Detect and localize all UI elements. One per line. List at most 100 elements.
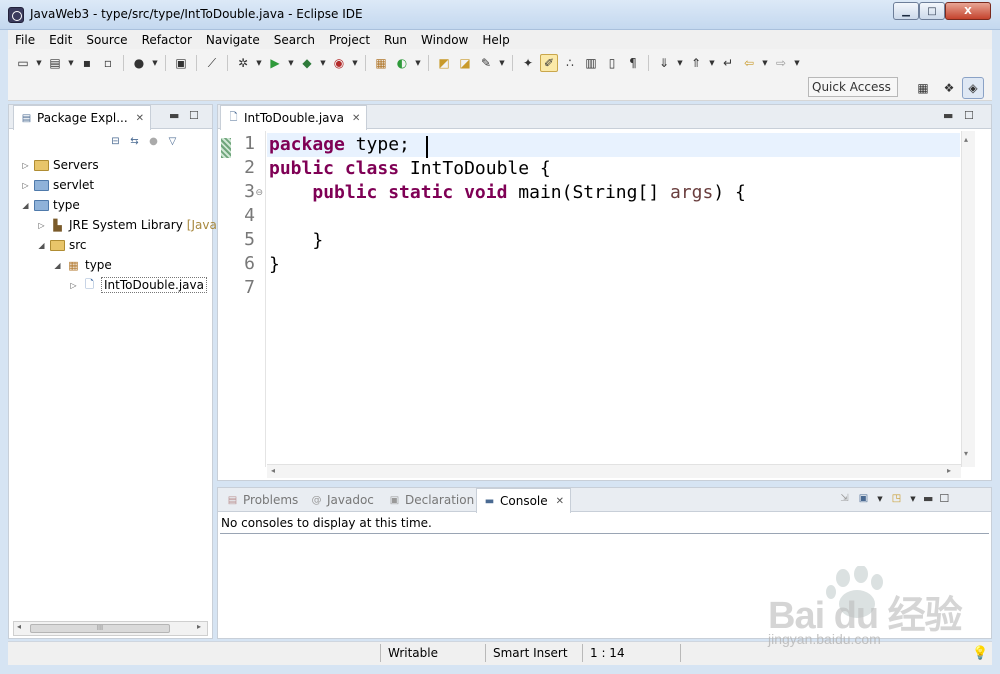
previous-annotation-dropdown-icon[interactable]: ▼ xyxy=(708,59,716,67)
new-project-icon[interactable]: ▤ xyxy=(46,54,64,72)
minimize-icon[interactable]: ▬ xyxy=(169,109,179,122)
open-task-icon[interactable]: ◪ xyxy=(456,54,474,72)
tree-item-src[interactable]: ◢ src xyxy=(37,235,86,255)
external-tools-icon[interactable]: ◉ xyxy=(330,54,348,72)
debug-icon[interactable]: ✲ xyxy=(234,54,252,72)
close-tab-icon[interactable]: ✕ xyxy=(352,113,360,124)
run-dropdown-icon[interactable]: ▼ xyxy=(287,59,295,67)
pilcrow-icon[interactable]: ¶ xyxy=(624,54,642,72)
scroll-down-icon[interactable]: ▾ xyxy=(964,449,968,458)
open-perspective-icon[interactable]: ▦ xyxy=(914,79,932,97)
menu-search[interactable]: Search xyxy=(267,33,322,47)
menu-refactor[interactable]: Refactor xyxy=(135,33,199,47)
menu-project[interactable]: Project xyxy=(322,33,377,47)
server-dropdown-icon[interactable]: ▼ xyxy=(151,59,159,67)
scroll-up-icon[interactable]: ▴ xyxy=(964,135,968,144)
java-ee-perspective-icon[interactable]: ❖ xyxy=(940,79,958,97)
save-icon[interactable]: ▪ xyxy=(78,54,96,72)
close-tab-icon[interactable]: ✕ xyxy=(556,496,564,507)
java-perspective-icon[interactable]: ◈ xyxy=(962,77,984,99)
scrollbar-thumb[interactable]: III xyxy=(30,624,170,633)
server-icon[interactable]: ● xyxy=(130,54,148,72)
forward-icon[interactable]: ⇨ xyxy=(772,54,790,72)
open-console-dropdown-icon[interactable]: ▼ xyxy=(909,495,917,503)
new-java-class-icon[interactable]: ◐ xyxy=(393,54,411,72)
coverage-icon[interactable]: ◆ xyxy=(298,54,316,72)
debug-dropdown-icon[interactable]: ▼ xyxy=(255,59,263,67)
editor-tab-inttodouble[interactable]: 🗋 IntToDouble.java ✕ xyxy=(220,105,368,130)
terminal-icon[interactable]: ▣ xyxy=(172,54,190,72)
scroll-right-icon[interactable]: ▸ xyxy=(197,622,201,631)
expand-icon[interactable]: ▷ xyxy=(37,221,46,230)
tab-console[interactable]: ▬ Console ✕ xyxy=(476,488,572,513)
mark-occurrences-icon[interactable]: ✐ xyxy=(540,54,558,72)
display-console-dropdown-icon[interactable]: ▼ xyxy=(876,495,884,503)
menu-file[interactable]: File xyxy=(8,33,42,47)
back-dropdown-icon[interactable]: ▼ xyxy=(761,59,769,67)
maximize-icon[interactable]: ☐ xyxy=(189,109,199,122)
lightbulb-icon[interactable]: 💡 xyxy=(972,642,988,664)
fold-collapse-icon[interactable]: ⊖ xyxy=(255,188,263,198)
expand-icon[interactable]: ▷ xyxy=(21,181,30,190)
display-console-icon[interactable]: ▣ xyxy=(857,492,870,505)
menu-help[interactable]: Help xyxy=(475,33,516,47)
minimize-icon[interactable]: ▬ xyxy=(943,109,953,122)
toggle-annotation-icon[interactable]: ✦ xyxy=(519,54,537,72)
search-icon[interactable]: ✎ xyxy=(477,54,495,72)
vertical-scrollbar[interactable]: ▴ ▾ xyxy=(961,131,975,467)
next-annotation-icon[interactable]: ⇓ xyxy=(655,54,673,72)
package-explorer-tab[interactable]: ▤ Package Expl... ✕ xyxy=(13,105,152,130)
tree-item-servers[interactable]: ▷ Servers xyxy=(21,155,98,175)
menu-navigate[interactable]: Navigate xyxy=(199,33,267,47)
close-tab-icon[interactable]: ✕ xyxy=(136,113,144,124)
scroll-left-icon[interactable]: ◂ xyxy=(17,622,21,631)
minimize-button[interactable]: ▁ xyxy=(893,2,919,20)
tree-item-jre-library[interactable]: ▷ ▙ JRE System Library [Java xyxy=(37,215,216,235)
collapse-all-icon[interactable]: ⊟ xyxy=(109,135,122,148)
last-edit-location-icon[interactable]: ↵ xyxy=(719,54,737,72)
minimize-icon[interactable]: ▬ xyxy=(923,492,933,505)
menu-source[interactable]: Source xyxy=(79,33,134,47)
external-tools-dropdown-icon[interactable]: ▼ xyxy=(351,59,359,67)
save-all-icon[interactable]: ▫ xyxy=(99,54,117,72)
view-menu-icon[interactable]: ▽ xyxy=(166,135,179,148)
word-wrap-icon[interactable]: ▥ xyxy=(582,54,600,72)
collapse-icon[interactable]: ◢ xyxy=(21,201,30,210)
code-editor[interactable]: package type; public class IntToDouble {… xyxy=(267,131,960,467)
new-icon[interactable]: ▭ xyxy=(14,54,32,72)
horizontal-scrollbar[interactable]: ◂ III ▸ xyxy=(13,621,208,636)
focus-icon[interactable]: ● xyxy=(147,135,160,148)
scroll-left-icon[interactable]: ◂ xyxy=(271,466,275,475)
new-java-class-dropdown-icon[interactable]: ▼ xyxy=(414,59,422,67)
quick-access-field[interactable]: Quick Access xyxy=(808,77,898,97)
show-whitespace-icon[interactable]: ▯ xyxy=(603,54,621,72)
link-with-editor-icon[interactable]: ⇆ xyxy=(128,135,141,148)
new-dropdown-icon[interactable]: ▼ xyxy=(35,59,43,67)
tree-item-type-project[interactable]: ◢ type xyxy=(21,195,79,215)
coverage-dropdown-icon[interactable]: ▼ xyxy=(319,59,327,67)
new-java-package-icon[interactable]: ▦ xyxy=(372,54,390,72)
tree-item-servlet[interactable]: ▷ servlet xyxy=(21,175,94,195)
previous-annotation-icon[interactable]: ⇑ xyxy=(687,54,705,72)
new-project-dropdown-icon[interactable]: ▼ xyxy=(67,59,75,67)
open-type-icon[interactable]: ◩ xyxy=(435,54,453,72)
scroll-right-icon[interactable]: ▸ xyxy=(947,466,951,475)
close-button[interactable]: X xyxy=(945,2,991,20)
expand-icon[interactable]: ▷ xyxy=(21,161,30,170)
collapse-icon[interactable]: ◢ xyxy=(37,241,46,250)
expand-icon[interactable]: ▷ xyxy=(69,281,78,290)
tree-item-inttodouble[interactable]: ▷ 🗋 IntToDouble.java xyxy=(69,275,207,295)
maximize-button[interactable]: □ xyxy=(919,2,945,20)
menu-run[interactable]: Run xyxy=(377,33,414,47)
menu-window[interactable]: Window xyxy=(414,33,475,47)
tab-javadoc[interactable]: @ Javadoc xyxy=(304,488,380,512)
next-annotation-dropdown-icon[interactable]: ▼ xyxy=(676,59,684,67)
tree-item-type-package[interactable]: ◢ ▦ type xyxy=(53,255,111,275)
menu-edit[interactable]: Edit xyxy=(42,33,79,47)
tab-problems[interactable]: ▤ Problems xyxy=(220,488,304,512)
maximize-icon[interactable]: ☐ xyxy=(939,492,949,505)
back-icon[interactable]: ⇦ xyxy=(740,54,758,72)
maximize-icon[interactable]: ☐ xyxy=(964,109,974,122)
skip-breakpoints-icon[interactable]: ⟋ xyxy=(203,54,221,72)
forward-dropdown-icon[interactable]: ▼ xyxy=(793,59,801,67)
